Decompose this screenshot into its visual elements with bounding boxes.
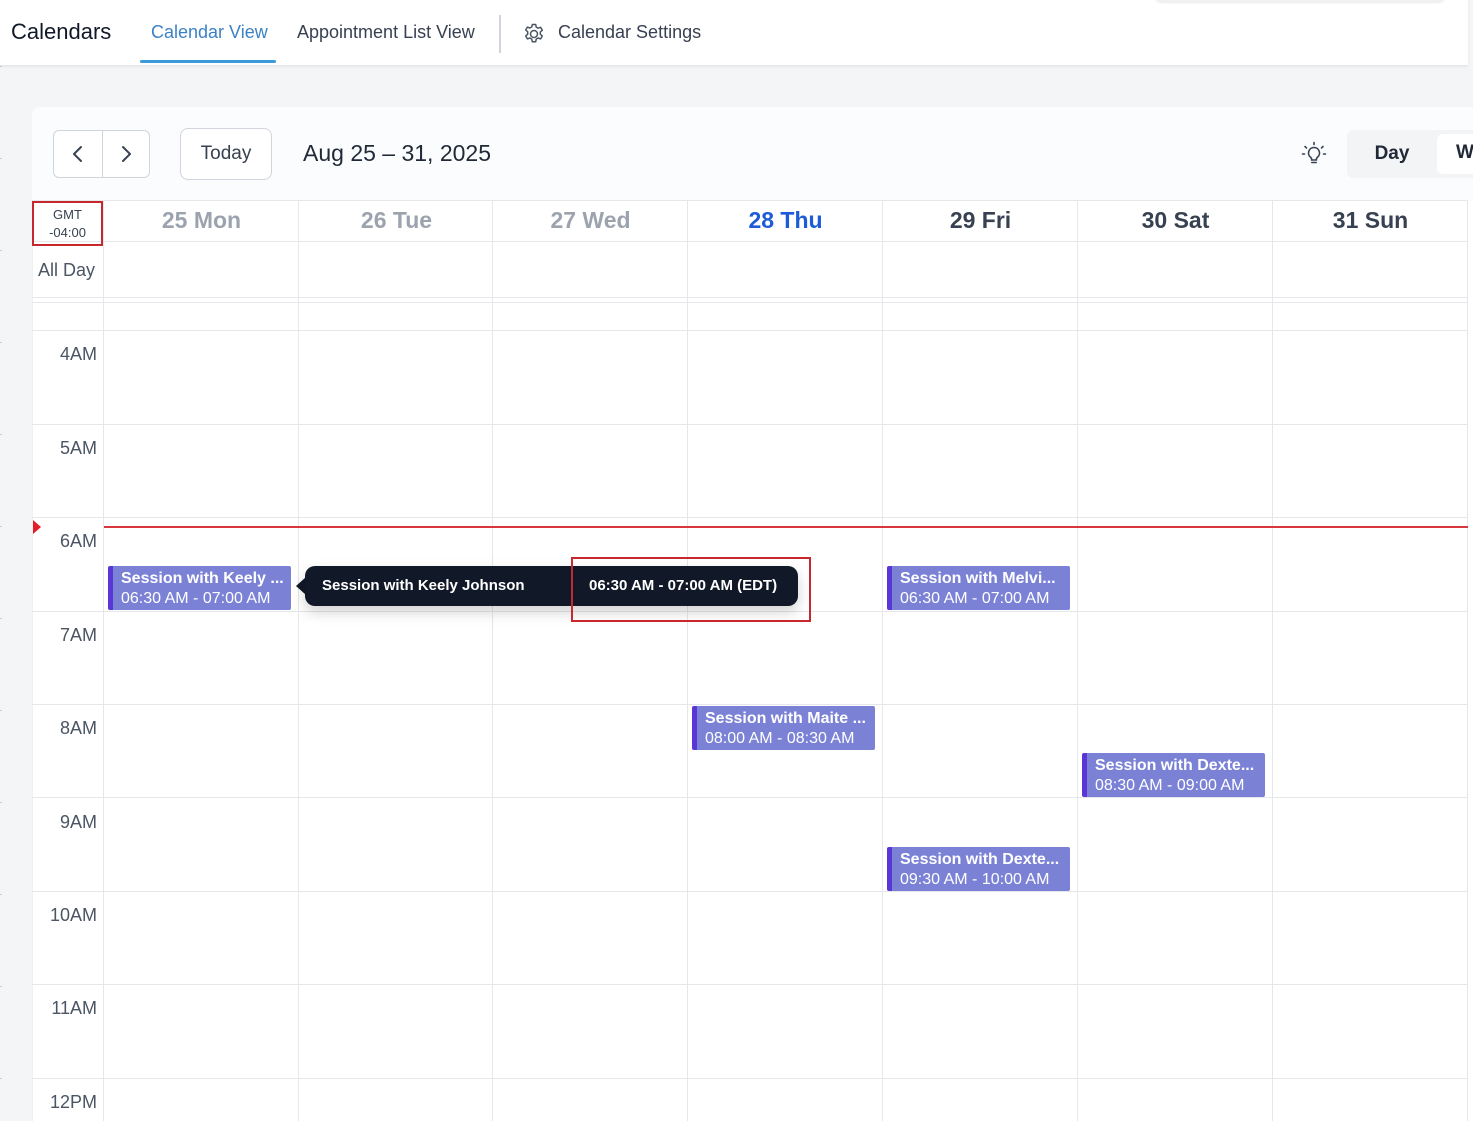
current-time-marker — [33, 520, 41, 534]
day-header-mon[interactable]: 25 Mon — [104, 207, 299, 237]
hour-label: 5AM — [59, 438, 97, 458]
calendar-event[interactable]: Session with Dexte... 09:30 AM - 10:00 A… — [887, 847, 1070, 891]
day-header-sun[interactable]: 31 Sun — [1273, 207, 1468, 237]
grid-row-line — [32, 1078, 1468, 1079]
hour-label: 7AM — [59, 625, 97, 645]
day-header-thu[interactable]: 28 Thu — [688, 207, 883, 237]
hour-label: 4AM — [59, 344, 97, 364]
grid-column-line — [1467, 200, 1468, 1121]
app-title: Calendars — [11, 19, 112, 44]
annotation-highlight — [571, 557, 811, 622]
timezone-label: GMT -04:00 — [32, 201, 103, 246]
tab-calendar-view[interactable]: Calendar View — [151, 22, 268, 43]
grid-column-line — [298, 200, 299, 1121]
hour-label: 8AM — [59, 718, 97, 738]
tooltip-title: Session with Keely Johnson — [322, 577, 525, 594]
grid-row-line — [32, 984, 1468, 985]
chevron-left-icon — [72, 146, 82, 162]
all-day-label: All Day — [38, 260, 96, 280]
grid-row-line — [32, 297, 1468, 298]
view-day-button[interactable]: Day — [1347, 130, 1437, 178]
hour-label: 12PM — [49, 1092, 97, 1112]
tab-appointment-list-view[interactable]: Appointment List View — [297, 22, 475, 43]
event-time: 06:30 AM - 07:00 AM — [121, 590, 271, 607]
date-range-title: Aug 25 – 31, 2025 — [303, 140, 491, 166]
grid-row-line — [32, 200, 1468, 201]
grid-column-line — [687, 200, 688, 1121]
tab-divider — [499, 15, 501, 53]
calendar-event[interactable]: Session with Melvi... 06:30 AM - 07:00 A… — [887, 566, 1070, 610]
day-header-tue[interactable]: 26 Tue — [299, 207, 494, 237]
event-time: 06:30 AM - 07:00 AM — [900, 590, 1050, 607]
grid-row-line — [32, 891, 1468, 892]
grid-row-line — [32, 797, 1468, 798]
header-search-remnant — [1155, 0, 1445, 2]
grid-row-line — [32, 330, 1468, 331]
event-title: Session with Dexte... — [900, 851, 1060, 868]
page-edge — [0, 66, 2, 1121]
event-title: Session with Melvi... — [900, 570, 1056, 587]
hour-label: 11AM — [51, 998, 97, 1018]
next-week-button[interactable] — [101, 131, 150, 177]
grid-row-line — [32, 241, 1468, 242]
lightbulb-icon[interactable] — [1300, 140, 1328, 168]
timezone-offset: -04:00 — [49, 225, 86, 240]
current-time-indicator — [104, 526, 1468, 528]
grid-column-line — [1077, 200, 1078, 1121]
hour-label: 9AM — [59, 812, 97, 832]
chevron-right-icon — [121, 146, 131, 162]
event-time: 08:30 AM - 09:00 AM — [1095, 777, 1245, 794]
event-time: 08:00 AM - 08:30 AM — [705, 730, 855, 747]
date-navigation — [53, 130, 150, 178]
grid-row-line — [32, 517, 1468, 518]
top-navigation-bar: Calendars Calendar View Appointment List… — [0, 0, 1468, 66]
grid-row-line — [32, 704, 1468, 705]
event-title: Session with Dexte... — [1095, 757, 1255, 774]
event-title: Session with Maite ... — [705, 710, 866, 727]
view-week-button[interactable]: W — [1437, 134, 1473, 174]
timezone-name: GMT — [53, 207, 82, 222]
calendar-event[interactable]: Session with Keely ... 06:30 AM - 07:00 … — [108, 566, 291, 610]
grid-column-line — [103, 200, 104, 1121]
event-title: Session with Keely ... — [121, 570, 284, 587]
hour-label: 6AM — [59, 531, 97, 551]
active-tab-indicator — [140, 60, 276, 63]
grid-row-line — [32, 424, 1468, 425]
grid-column-line — [1272, 200, 1273, 1121]
event-time: 09:30 AM - 10:00 AM — [900, 871, 1050, 888]
calendar-event[interactable]: Session with Maite ... 08:00 AM - 08:30 … — [692, 706, 875, 750]
grid-column-line — [882, 200, 883, 1121]
calendar-event[interactable]: Session with Dexte... 08:30 AM - 09:00 A… — [1082, 753, 1265, 797]
today-button[interactable]: Today — [180, 128, 272, 180]
grid-row-line — [32, 302, 1468, 303]
tab-calendar-settings[interactable]: Calendar Settings — [558, 22, 701, 43]
day-header-fri[interactable]: 29 Fri — [883, 207, 1078, 237]
gear-icon[interactable] — [522, 22, 546, 46]
day-header-sat[interactable]: 30 Sat — [1078, 207, 1273, 237]
previous-week-button[interactable] — [54, 131, 102, 177]
hour-label: 10AM — [49, 905, 97, 925]
grid-column-line — [492, 200, 493, 1121]
day-header-wed[interactable]: 27 Wed — [493, 207, 688, 237]
